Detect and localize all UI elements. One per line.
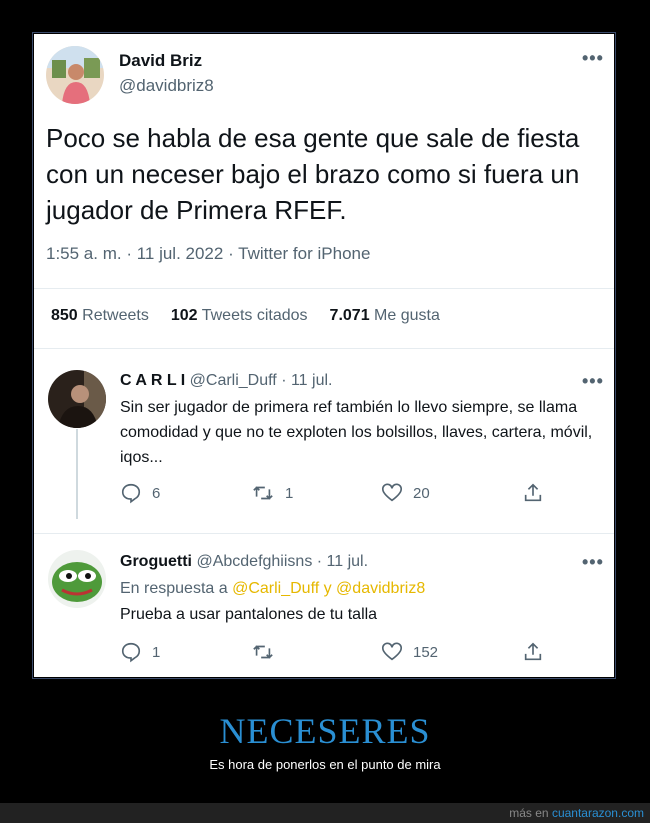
tweet-timestamp[interactable]: 1:55 a. m. · 11 jul. 2022 · Twitter for … [46, 244, 370, 264]
footer-prefix: más en [509, 806, 549, 820]
reply-icon [121, 642, 141, 663]
retweet-button[interactable] [251, 641, 381, 663]
reply-date[interactable]: · 11 jul. [281, 372, 332, 389]
share-button[interactable] [522, 482, 544, 504]
reply-button[interactable]: 6 [120, 482, 251, 504]
retweet-icon [253, 486, 273, 500]
reply-author-name[interactable]: C A R L I [120, 372, 185, 389]
footer-bar: más en cuantarazon.com [0, 803, 650, 823]
reply-button[interactable]: 1 [120, 641, 251, 663]
reply-icon [121, 483, 141, 504]
more-options-icon[interactable]: ••• [582, 552, 604, 573]
retweet-count: 1 [285, 484, 294, 502]
reply-header: Groguetti @Abcdefghiisns · 11 jul. [120, 553, 368, 571]
in-reply-to: En respuesta a @Carli_Duff y @davidbriz8 [120, 576, 425, 601]
reply-avatar[interactable] [48, 370, 106, 428]
author-name[interactable]: David Briz [119, 51, 202, 71]
reply-author-handle[interactable]: @Carli_Duff [190, 372, 277, 389]
divider [34, 288, 614, 289]
reply-author-handle[interactable]: @Abcdefghiisns [196, 553, 312, 570]
reply-text: Sin ser jugador de primera ref también l… [120, 399, 593, 466]
tweet-card: David Briz @davidbriz8 ••• Poco se habla… [34, 34, 614, 677]
tweet-stats: 850 Retweets 102 Tweets citados 7.071 Me… [51, 307, 440, 325]
reply-author-name[interactable]: Groguetti [120, 553, 192, 570]
share-icon [524, 642, 542, 661]
retweet-icon [253, 645, 273, 659]
author-handle[interactable]: @davidbriz8 [119, 76, 214, 96]
in-reply-prefix: En respuesta a [120, 580, 228, 597]
reply-count: 6 [152, 484, 161, 502]
thread-line [76, 429, 78, 519]
like-button[interactable]: 20 [381, 482, 522, 504]
likes-stat[interactable]: 7.071 Me gusta [330, 307, 440, 325]
divider [34, 533, 614, 534]
tweet-text: Poco se habla de esa gente que sale de f… [46, 123, 580, 225]
retweet-button[interactable]: 1 [251, 482, 381, 504]
share-icon [524, 483, 542, 502]
reply-actions: 1 152 [120, 641, 590, 663]
heart-icon [382, 642, 402, 661]
like-count: 20 [413, 484, 430, 502]
reply-text: Prueba a usar pantalones de tu talla [120, 606, 378, 623]
reply-avatar[interactable] [48, 550, 106, 608]
post-subtitle: Es hora de ponerlos en el punto de mira [209, 757, 441, 772]
divider [34, 348, 614, 349]
heart-icon [382, 483, 402, 502]
quotes-stat[interactable]: 102 Tweets citados [171, 307, 308, 325]
share-button[interactable] [522, 641, 544, 663]
author-avatar[interactable] [46, 46, 104, 104]
more-options-icon[interactable]: ••• [582, 371, 604, 392]
like-button[interactable]: 152 [381, 641, 522, 663]
more-options-icon[interactable]: ••• [582, 48, 604, 69]
footer-credit: más en cuantarazon.com [509, 806, 644, 820]
reply-actions: 6 1 20 [120, 482, 590, 504]
reply-header: C A R L I @Carli_Duff · 11 jul. [120, 372, 332, 390]
retweets-stat[interactable]: 850 Retweets [51, 307, 149, 325]
site-link[interactable]: cuantarazon.com [552, 806, 644, 820]
reply-count: 1 [152, 643, 161, 661]
post-title: NECESERES [219, 711, 431, 751]
reply-date[interactable]: · 11 jul. [317, 553, 368, 570]
like-count: 152 [413, 643, 439, 661]
in-reply-mentions[interactable]: @Carli_Duff y @davidbriz8 [232, 580, 425, 597]
